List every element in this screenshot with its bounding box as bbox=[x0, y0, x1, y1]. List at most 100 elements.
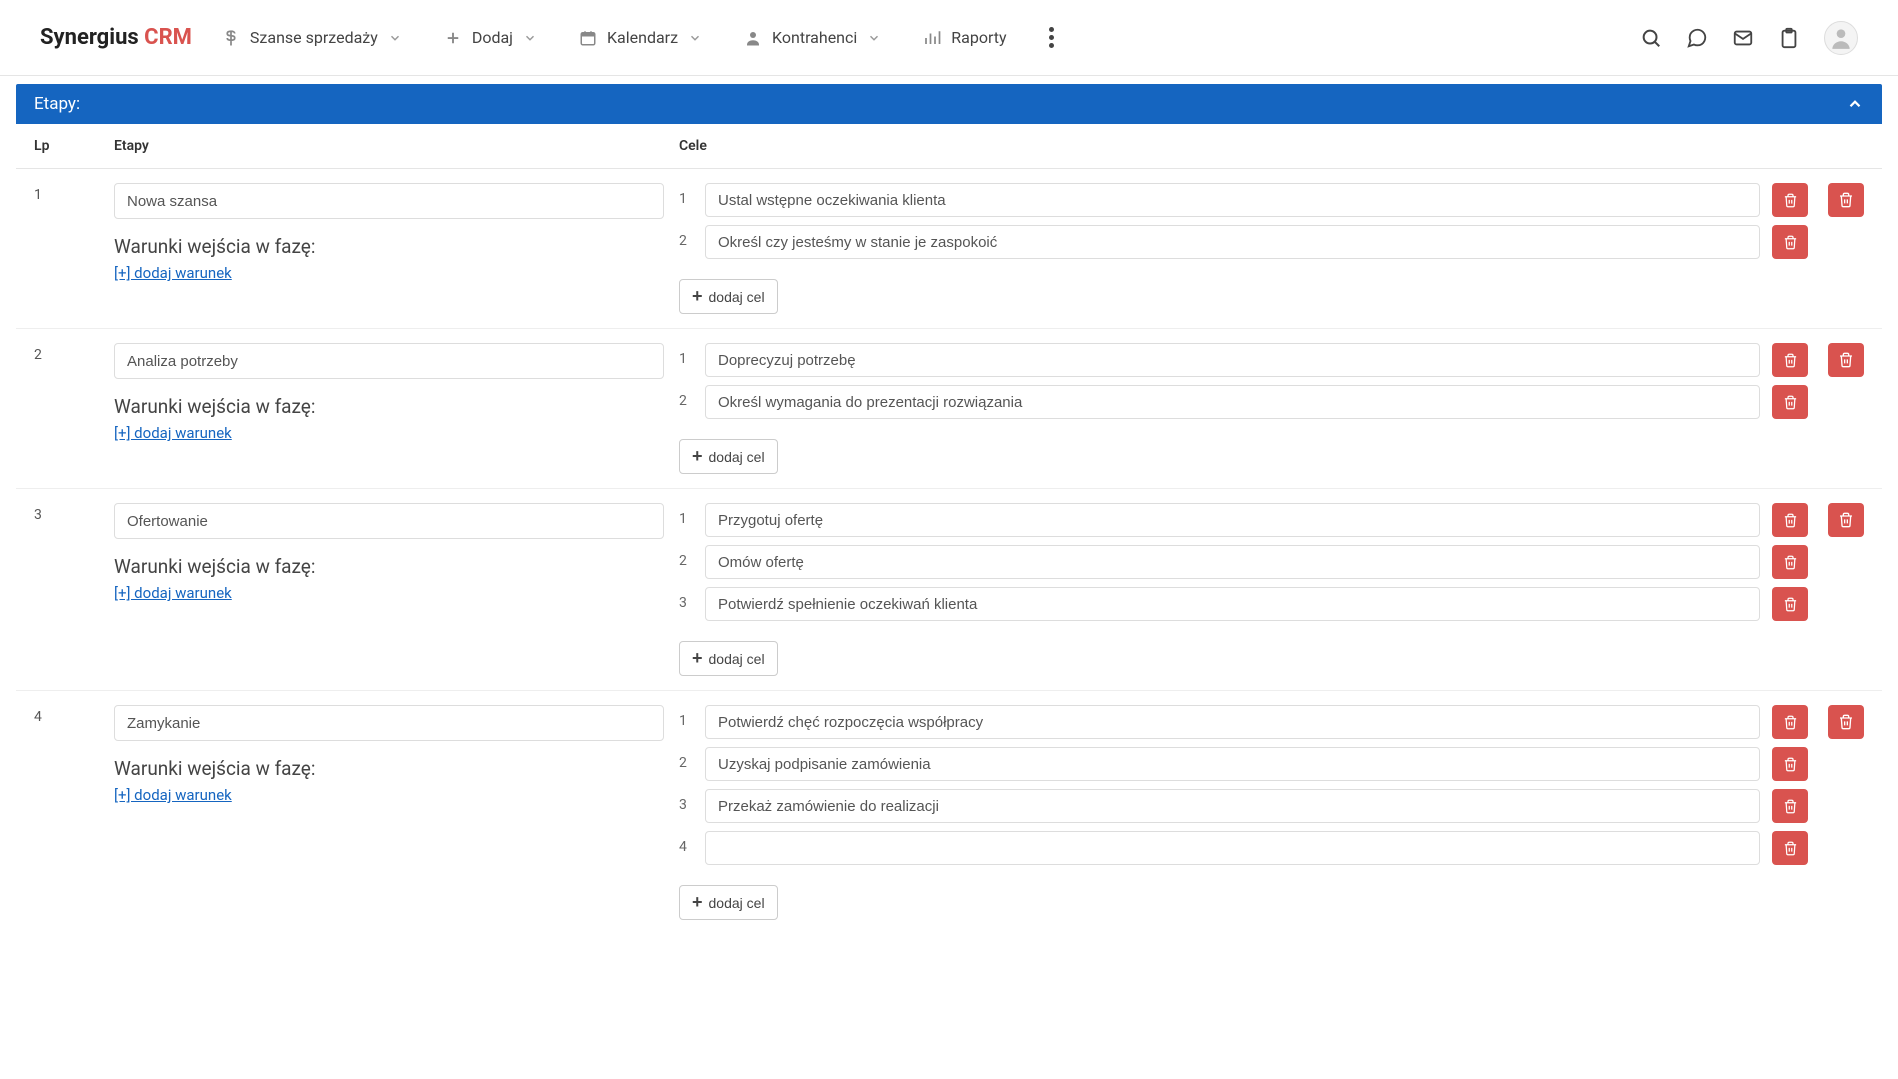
delete-goal-button[interactable] bbox=[1772, 705, 1808, 739]
goal-line: 3 bbox=[679, 587, 1808, 621]
delete-goal-button[interactable] bbox=[1772, 385, 1808, 419]
goal-number: 2 bbox=[679, 233, 693, 251]
mail-icon[interactable] bbox=[1732, 27, 1754, 49]
goal-input[interactable] bbox=[705, 183, 1760, 217]
goal-number: 3 bbox=[679, 797, 693, 815]
delete-goal-button[interactable] bbox=[1772, 343, 1808, 377]
nav-add-label: Dodaj bbox=[472, 28, 513, 47]
nav-contacts-label: Kontrahenci bbox=[772, 28, 857, 47]
goal-line: 4 bbox=[679, 831, 1808, 865]
stage-number: 3 bbox=[34, 503, 114, 676]
goal-input[interactable] bbox=[705, 225, 1760, 259]
search-icon[interactable] bbox=[1640, 27, 1662, 49]
goal-line: 1 bbox=[679, 343, 1808, 377]
delete-stage-button[interactable] bbox=[1828, 183, 1864, 217]
stage-row: 3 Warunki wejścia w fazę: [+] dodaj waru… bbox=[16, 489, 1882, 691]
user-avatar[interactable] bbox=[1824, 21, 1858, 55]
goal-input[interactable] bbox=[705, 503, 1760, 537]
trash-icon bbox=[1838, 714, 1854, 730]
delete-goal-button[interactable] bbox=[1772, 503, 1808, 537]
delete-goal-button[interactable] bbox=[1772, 545, 1808, 579]
panel-title: Etapy: bbox=[34, 94, 80, 114]
person-icon bbox=[744, 29, 762, 47]
trash-icon bbox=[1783, 193, 1798, 208]
nav-calendar-label: Kalendarz bbox=[607, 28, 678, 47]
trash-icon bbox=[1783, 353, 1798, 368]
chevron-down-icon bbox=[688, 31, 702, 45]
delete-goal-button[interactable] bbox=[1772, 789, 1808, 823]
trash-icon bbox=[1783, 235, 1798, 250]
goal-number: 1 bbox=[679, 351, 693, 369]
goal-input[interactable] bbox=[705, 831, 1760, 865]
column-header-lp: Lp bbox=[34, 138, 114, 154]
goal-number: 3 bbox=[679, 595, 693, 613]
plus-icon: + bbox=[692, 892, 703, 913]
entry-conditions-label: Warunki wejścia w fazę: bbox=[114, 395, 679, 418]
entry-conditions-label: Warunki wejścia w fazę: bbox=[114, 555, 679, 578]
add-goal-button[interactable]: + dodaj cel bbox=[679, 641, 778, 676]
add-condition-link[interactable]: [+] dodaj warunek bbox=[114, 786, 232, 804]
nav-contacts[interactable]: Kontrahenci bbox=[744, 28, 881, 47]
delete-stage-button[interactable] bbox=[1828, 503, 1864, 537]
goal-number: 2 bbox=[679, 553, 693, 571]
add-condition-link[interactable]: [+] dodaj warunek bbox=[114, 424, 232, 442]
entry-conditions-label: Warunki wejścia w fazę: bbox=[114, 757, 679, 780]
bar-chart-icon bbox=[923, 29, 941, 47]
trash-icon bbox=[1783, 757, 1798, 772]
stage-name-input[interactable] bbox=[114, 343, 664, 379]
goal-input[interactable] bbox=[705, 587, 1760, 621]
delete-goal-button[interactable] bbox=[1772, 183, 1808, 217]
trash-icon bbox=[1783, 841, 1798, 856]
nav-more[interactable] bbox=[1049, 27, 1054, 48]
goal-input[interactable] bbox=[705, 747, 1760, 781]
goal-line: 2 bbox=[679, 747, 1808, 781]
panel-header-stages[interactable]: Etapy: bbox=[16, 84, 1882, 124]
goal-line: 2 bbox=[679, 545, 1808, 579]
add-condition-link[interactable]: [+] dodaj warunek bbox=[114, 584, 232, 602]
add-goal-label: dodaj cel bbox=[709, 449, 765, 465]
add-goal-button[interactable]: + dodaj cel bbox=[679, 885, 778, 920]
delete-goal-button[interactable] bbox=[1772, 831, 1808, 865]
nav-add[interactable]: Dodaj bbox=[444, 28, 537, 47]
column-header-cele: Cele bbox=[679, 138, 1864, 154]
trash-icon bbox=[1783, 555, 1798, 570]
stage-name-input[interactable] bbox=[114, 183, 664, 219]
goal-number: 2 bbox=[679, 393, 693, 411]
delete-stage-button[interactable] bbox=[1828, 343, 1864, 377]
stage-name-input[interactable] bbox=[114, 503, 664, 539]
chevron-down-icon bbox=[523, 31, 537, 45]
chat-icon[interactable] bbox=[1686, 27, 1708, 49]
plus-icon: + bbox=[692, 286, 703, 307]
goal-input[interactable] bbox=[705, 343, 1760, 377]
goal-input[interactable] bbox=[705, 385, 1760, 419]
goal-line: 1 bbox=[679, 503, 1808, 537]
delete-stage-button[interactable] bbox=[1828, 705, 1864, 739]
nav-calendar[interactable]: Kalendarz bbox=[579, 28, 702, 47]
stage-name-input[interactable] bbox=[114, 705, 664, 741]
goal-number: 2 bbox=[679, 755, 693, 773]
goal-line: 2 bbox=[679, 225, 1808, 259]
delete-goal-button[interactable] bbox=[1772, 587, 1808, 621]
goal-number: 1 bbox=[679, 511, 693, 529]
nav-reports[interactable]: Raporty bbox=[923, 28, 1006, 47]
chevron-down-icon bbox=[388, 31, 402, 45]
stage-number: 4 bbox=[34, 705, 114, 920]
brand-logo: Synergius CRM bbox=[40, 25, 192, 50]
add-goal-button[interactable]: + dodaj cel bbox=[679, 279, 778, 314]
goal-line: 3 bbox=[679, 789, 1808, 823]
stage-number: 2 bbox=[34, 343, 114, 474]
trash-icon bbox=[1783, 395, 1798, 410]
nav-sales-opportunities[interactable]: Szanse sprzedaży bbox=[222, 28, 402, 47]
goal-input[interactable] bbox=[705, 545, 1760, 579]
clipboard-icon[interactable] bbox=[1778, 27, 1800, 49]
plus-icon: + bbox=[692, 446, 703, 467]
delete-goal-button[interactable] bbox=[1772, 747, 1808, 781]
goal-input[interactable] bbox=[705, 789, 1760, 823]
add-goal-button[interactable]: + dodaj cel bbox=[679, 439, 778, 474]
goal-number: 4 bbox=[679, 839, 693, 857]
dollar-icon bbox=[222, 29, 240, 47]
goal-input[interactable] bbox=[705, 705, 1760, 739]
delete-goal-button[interactable] bbox=[1772, 225, 1808, 259]
add-condition-link[interactable]: [+] dodaj warunek bbox=[114, 264, 232, 282]
trash-icon bbox=[1838, 512, 1854, 528]
